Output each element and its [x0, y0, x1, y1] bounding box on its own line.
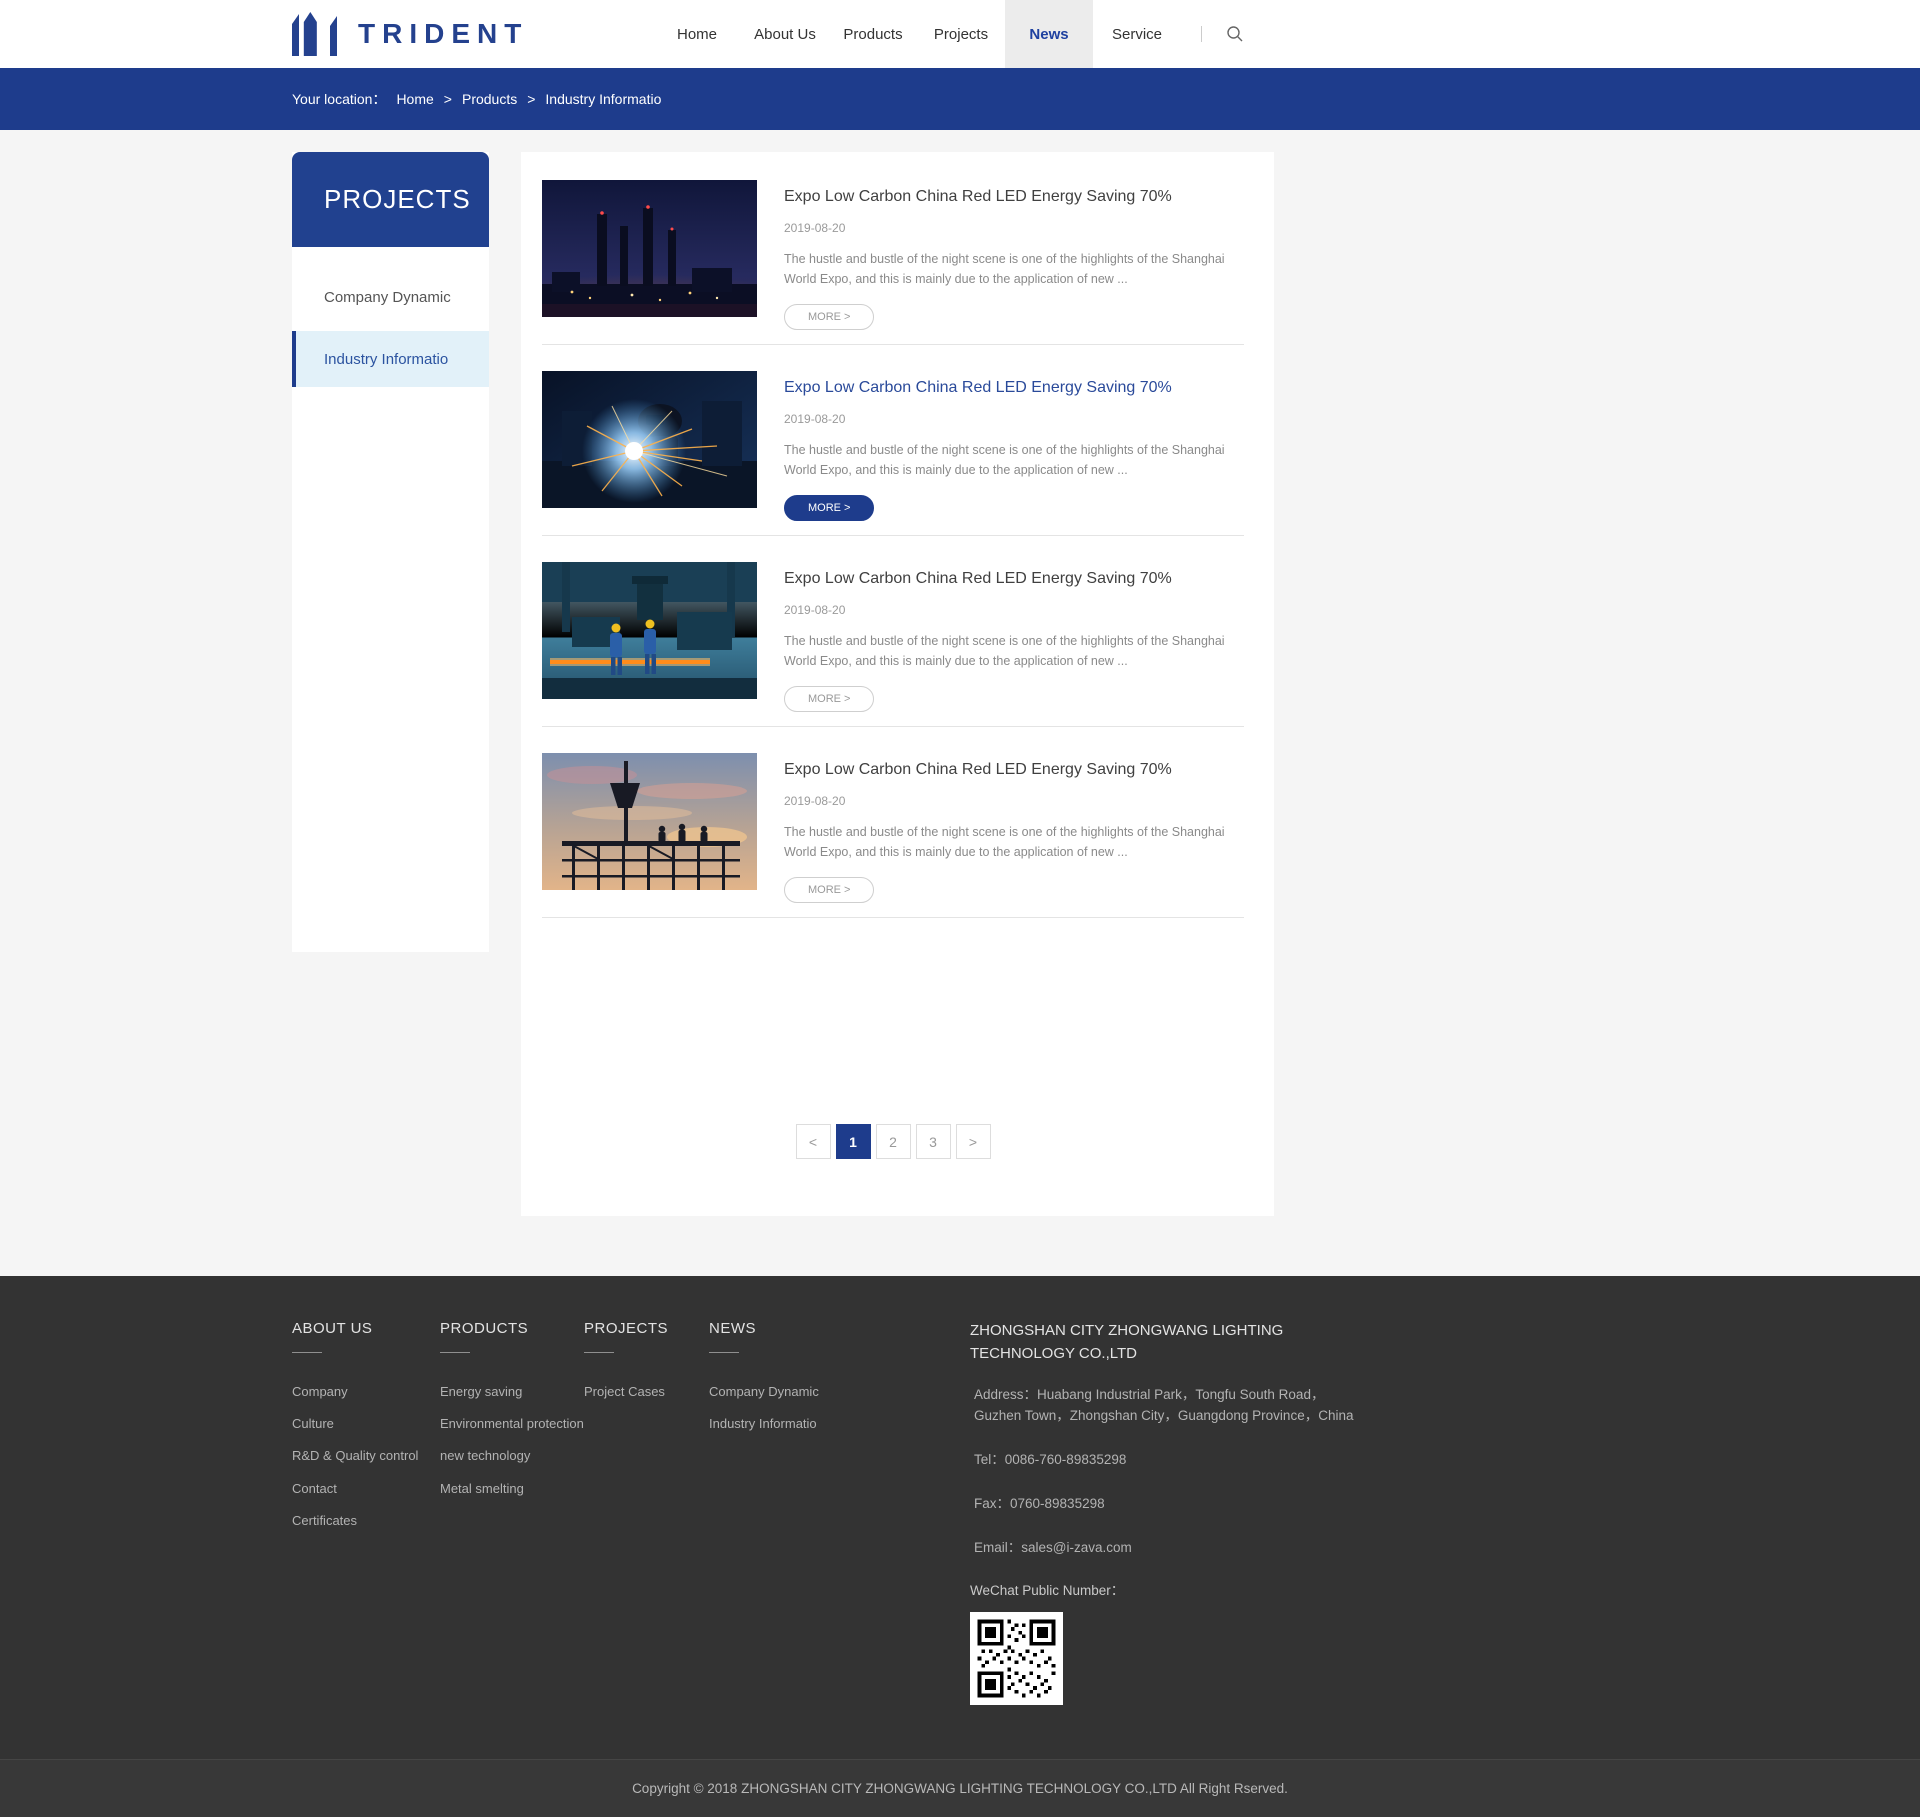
footer-title-underline: [292, 1352, 322, 1353]
trident-logo-icon: [292, 12, 337, 56]
footer-column-news: NEWS Company Dynamic Industry Informatio: [709, 1320, 970, 1705]
search-icon: [1227, 26, 1243, 42]
news-excerpt: The hustle and bustle of the night scene…: [784, 634, 1225, 668]
news-title[interactable]: Expo Low Carbon China Red LED Energy Sav…: [784, 379, 1244, 397]
more-button[interactable]: MORE >: [784, 495, 875, 521]
footer-title-underline: [584, 1352, 614, 1353]
footer-fax: Fax：0760-89835298: [974, 1495, 1105, 1511]
more-button[interactable]: MORE >: [784, 686, 875, 712]
news-item: Expo Low Carbon China Red LED Energy Sav…: [542, 345, 1244, 536]
news-excerpt: The hustle and bustle of the night scene…: [784, 443, 1225, 477]
footer-address: Address：Huabang Industrial Park，Tongfu S…: [974, 1387, 1354, 1423]
footer-link-rd-quality-control[interactable]: R&D & Quality control: [292, 1447, 440, 1465]
nav-divider: [1201, 26, 1202, 42]
pagination-page-3[interactable]: 3: [915, 1124, 951, 1159]
footer-column-about-us: ABOUT US Company Culture R&D & Quality c…: [292, 1320, 440, 1705]
news-item: Expo Low Carbon China Red LED Energy Sav…: [542, 536, 1244, 727]
footer-column-title: PROJECTS: [584, 1320, 669, 1337]
footer-link-energy-saving[interactable]: Energy saving: [440, 1383, 584, 1401]
wechat-qr-code: [970, 1611, 1063, 1705]
site-header: TRIDENT Home About Us Products Projects …: [0, 0, 1920, 68]
news-date: 2019-08-20: [784, 221, 846, 235]
news-title[interactable]: Expo Low Carbon China Red LED Energy Sav…: [784, 188, 1244, 206]
footer-column-title: ABOUT US: [292, 1320, 373, 1337]
breadcrumb-label: Your location：: [292, 91, 387, 107]
nav-item-home[interactable]: Home: [653, 0, 741, 68]
footer-link-environmental-protection[interactable]: Environmental protection: [440, 1415, 584, 1433]
breadcrumb-separator: >: [527, 91, 536, 107]
footer-link-company-dynamic[interactable]: Company Dynamic: [709, 1383, 970, 1401]
footer-title-underline: [709, 1352, 739, 1353]
footer-column-products: PRODUCTS Energy saving Environmental pro…: [440, 1320, 584, 1705]
nav-item-projects[interactable]: Projects: [917, 0, 1005, 68]
breadcrumb-current[interactable]: Industry Informatio: [545, 91, 661, 107]
news-item: Expo Low Carbon China Red LED Energy Sav…: [542, 154, 1244, 345]
news-title[interactable]: Expo Low Carbon China Red LED Energy Sav…: [784, 570, 1244, 588]
breadcrumb-separator: >: [443, 91, 452, 107]
news-date: 2019-08-20: [784, 412, 846, 426]
news-title[interactable]: Expo Low Carbon China Red LED Energy Sav…: [784, 761, 1244, 779]
sidebar-title: PROJECTS: [292, 152, 489, 247]
main-content-area: PROJECTS Company Dynamic Industry Inform…: [0, 130, 1920, 1276]
news-item: Expo Low Carbon China Red LED Energy Sav…: [542, 727, 1244, 918]
footer-column-title: PRODUCTS: [440, 1320, 529, 1337]
footer-link-certificates[interactable]: Certificates: [292, 1512, 440, 1530]
footer-wechat-label: WeChat Public Number：: [970, 1582, 1125, 1598]
pagination-page-1[interactable]: 1: [835, 1124, 871, 1159]
pagination-page-2[interactable]: 2: [875, 1124, 911, 1159]
news-date: 2019-08-20: [784, 794, 846, 808]
more-button[interactable]: MORE >: [784, 877, 875, 903]
footer-email: Email：sales@i-zava.com: [974, 1539, 1132, 1555]
footer-link-culture[interactable]: Culture: [292, 1415, 440, 1433]
footer-link-metal-smelting[interactable]: Metal smelting: [440, 1480, 584, 1498]
footer-company-info: ZHONGSHAN CITY ZHONGWANG LIGHTING TECHNO…: [970, 1320, 1628, 1705]
breadcrumb-home[interactable]: Home: [396, 91, 433, 107]
news-thumbnail-factory-workers[interactable]: [542, 562, 757, 699]
nav-item-service[interactable]: Service: [1093, 0, 1181, 68]
footer-link-industry-informatio[interactable]: Industry Informatio: [709, 1415, 970, 1433]
breadcrumb-products[interactable]: Products: [462, 91, 517, 107]
news-thumbnail-night-power-plant[interactable]: [542, 180, 757, 317]
footer-company-name: ZHONGSHAN CITY ZHONGWANG LIGHTING TECHNO…: [970, 1322, 1284, 1362]
footer-title-underline: [440, 1352, 470, 1353]
nav-item-about-us[interactable]: About Us: [741, 0, 829, 68]
search-button[interactable]: [1220, 19, 1250, 49]
logo[interactable]: TRIDENT: [292, 12, 528, 56]
logo-text: TRIDENT: [358, 18, 529, 49]
copyright-bar: Copyright © 2018 ZHONGSHAN CITY ZHONGWAN…: [0, 1758, 1920, 1817]
footer-link-contact[interactable]: Contact: [292, 1480, 440, 1498]
breadcrumb-bar: Your location： Home > Products > Industr…: [0, 68, 1920, 130]
news-excerpt: The hustle and bustle of the night scene…: [784, 825, 1225, 859]
nav-item-news[interactable]: News: [1005, 0, 1093, 68]
news-list-panel: Expo Low Carbon China Red LED Energy Sav…: [521, 152, 1274, 1216]
pagination-prev[interactable]: <: [795, 1124, 831, 1159]
news-excerpt: The hustle and bustle of the night scene…: [784, 252, 1225, 286]
site-footer: ABOUT US Company Culture R&D & Quality c…: [0, 1276, 1920, 1817]
more-button[interactable]: MORE >: [784, 304, 875, 330]
sidebar: PROJECTS Company Dynamic Industry Inform…: [292, 152, 489, 952]
footer-link-project-cases[interactable]: Project Cases: [584, 1383, 709, 1401]
news-thumbnail-welding-sparks[interactable]: [542, 371, 757, 508]
footer-link-company[interactable]: Company: [292, 1383, 440, 1401]
sidebar-item-company-dynamic[interactable]: Company Dynamic: [292, 269, 489, 325]
footer-column-projects: PROJECTS Project Cases: [584, 1320, 709, 1705]
copyright-text: Copyright © 2018 ZHONGSHAN CITY ZHONGWAN…: [632, 1780, 1288, 1796]
nav-item-products[interactable]: Products: [829, 0, 917, 68]
news-thumbnail-construction-silhouette[interactable]: [542, 753, 757, 890]
footer-column-title: NEWS: [709, 1320, 756, 1337]
main-nav: Home About Us Products Projects News Ser…: [653, 0, 1250, 68]
sidebar-item-industry-informatio[interactable]: Industry Informatio: [292, 331, 489, 387]
footer-tel: Tel：0086-760-89835298: [974, 1451, 1127, 1467]
breadcrumb: Your location： Home > Products > Industr…: [292, 68, 1628, 130]
footer-link-new-technology[interactable]: new technology: [440, 1447, 584, 1465]
news-date: 2019-08-20: [784, 603, 846, 617]
pagination: < 1 2 3 >: [542, 1124, 1244, 1159]
pagination-next[interactable]: >: [955, 1124, 991, 1159]
